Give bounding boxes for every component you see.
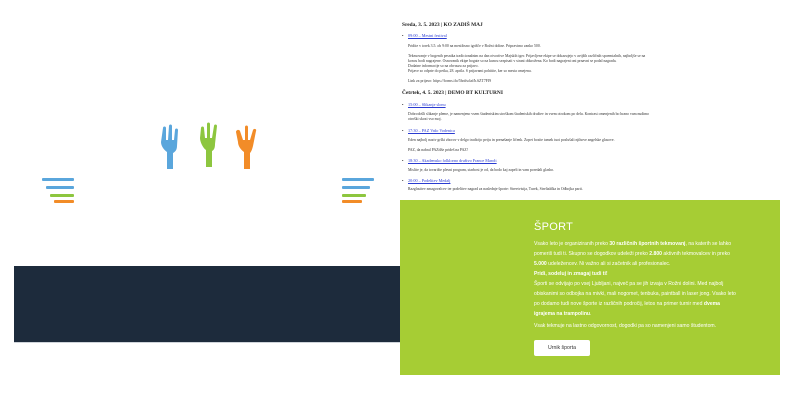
sport-text-line: Vsak tekmuje na lastno odgovornost, dogo… [534,323,717,329]
sport-text-line: igrajema na trampolinu. [534,311,592,317]
sport-title: ŠPORT [534,221,574,233]
event-text: Mislite je, da tovarište plesni program,… [408,168,555,172]
event-text: Prijave so odprte do petka, 28. aprila. … [408,69,532,73]
sport-text-line: Vsako leto je organiziranih preko 30 raz… [534,241,732,247]
event-schedule-document: Sreda, 3. 5. 2023 | KO ZADIŠ MAJ 09:00 –… [400,0,800,200]
event-text: otroški skozi vso moj. [408,117,442,121]
day-heading: Sreda, 3. 5. 2023 | KO ZADIŠ MAJ [402,22,483,28]
event-text: Eden najbolj naziv grški zborov v delgo … [408,138,615,142]
event-text: Tekmovanje v bogenih pesnika tradicional… [408,54,646,58]
festival-logo-area [0,0,400,266]
sport-panel: ŠPORT Vsako leto je organiziranih preko … [400,200,780,375]
day-heading: Četrtek, 4. 5. 2023 | DEMO BT KULTURNI [402,90,503,96]
event-text: Razglasitev zmagovalcev ter podelitev na… [408,187,583,191]
event-text: PAZ, da nabral PAZišše prideš na PAZ! [408,148,469,152]
sport-text-line: obiskanimi so odbojka na mivki, mali nog… [534,291,736,297]
sport-text-line: po dodamo tudi nove športe iz različnih … [534,301,721,307]
sport-schedule-button[interactable]: Urnik športa [534,340,590,356]
navy-banner [14,266,400,342]
event-text: Pridite v torek 3.5. ob 9:00 na mestibsn… [408,44,541,48]
event-link[interactable]: 09:00 – Mestni festival [402,33,447,38]
event-link[interactable]: 20:00 – Podelitev Medalj [402,178,451,183]
sport-text-line: Športi se odvijajo po vsej Ljubljani, na… [534,281,724,287]
event-link[interactable]: 15:00 – Slikanje slonu [402,102,446,107]
sport-text-line: pomeriš tudi ti. Skupno se dogodkov udel… [534,251,730,257]
event-link[interactable]: 17:30 – PAZ Vašo Vodenica [402,128,455,133]
event-text: Dodatne informacije so na obvaszu za pri… [408,64,479,68]
orange-hand-icon [236,125,257,169]
event-text: Dobrodošli slikanje pleme, je namenjeno … [408,112,650,116]
green-hand-icon [200,122,217,167]
blue-hand-icon [161,124,178,169]
event-text: koncu bodi nagrajene. Osnovanik ekipe bo… [408,59,617,63]
sport-text-line: 5.000 udeležencev. Ni važno ali si začet… [534,261,671,267]
signup-link-text[interactable]: Link za prijavo: https://forms.ifo/5hrtf… [408,79,778,84]
sport-text-line: Pridi, sodeluj in zmagaj tudi ti! [534,271,608,277]
banner-divider [14,342,400,343]
event-link[interactable]: 18:30 – Akademsko folklorno društvo Fran… [402,158,497,163]
